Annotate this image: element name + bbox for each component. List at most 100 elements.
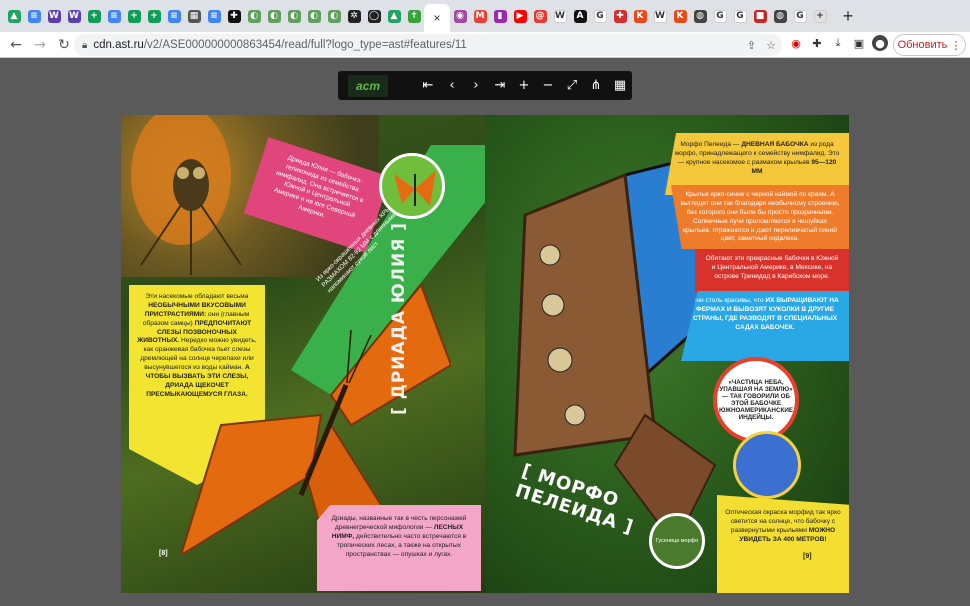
- browser-tab[interactable]: W: [550, 0, 570, 32]
- reader-toolbar: аст ⇤ ‹ › ⇥ + − ⤢ ⋔ ▦: [338, 71, 632, 100]
- browser-tab[interactable]: G: [730, 0, 750, 32]
- browser-toolbar: ← → ↻ 🔒︎ cdn.ast.ru /v2/ASE0000000008634…: [0, 32, 970, 58]
- leaf-icon: ◐: [287, 9, 301, 23]
- prev-page-icon[interactable]: ‹: [440, 74, 464, 98]
- zoom-in-icon[interactable]: +: [512, 74, 536, 98]
- browser-tab[interactable]: ≡: [204, 0, 224, 32]
- quote-text: «ЧАСТИЦА НЕБА, УПАВШАЯ НА ЗЕМЛЮ» — ТАК Г…: [718, 379, 794, 421]
- browser-tab[interactable]: W: [650, 0, 670, 32]
- url-path: /v2/ASE000000000863454/read/full?logo_ty…: [143, 39, 467, 51]
- quote-circle: «ЧАСТИЦА НЕБА, УПАВШАЯ НА ЗЕМЛЮ» — ТАК Г…: [713, 357, 799, 443]
- new-tab-icon[interactable]: +: [836, 4, 860, 28]
- browser-tab[interactable]: ▲: [384, 0, 404, 32]
- oval-icon: ◯: [367, 9, 381, 23]
- browser-tab[interactable]: ▲: [4, 0, 24, 32]
- docs-icon: ≡: [27, 9, 41, 23]
- zoom-out-icon[interactable]: −: [536, 74, 560, 98]
- browser-tab[interactable]: ▦: [184, 0, 204, 32]
- opera-icon[interactable]: ◉: [788, 35, 804, 51]
- browser-tab[interactable]: W: [44, 0, 64, 32]
- sheets-icon: +: [127, 9, 141, 23]
- right-page: Морфо Пелеида — ДНЕВНАЯ БАБОЧКА из рода …: [485, 115, 849, 593]
- g-dark-icon: G: [793, 9, 807, 23]
- close-icon: ×: [433, 11, 441, 25]
- url-host: cdn.ast.ru: [93, 39, 144, 51]
- last-page-icon[interactable]: ⇥: [488, 74, 512, 98]
- browser-tab[interactable]: ✲: [344, 0, 364, 32]
- browser-tab[interactable]: ◐: [304, 0, 324, 32]
- browser-tab[interactable]: W: [64, 0, 84, 32]
- fullscreen-icon[interactable]: ⤢: [560, 74, 584, 98]
- browser-tab[interactable]: ≡: [164, 0, 184, 32]
- browser-tab[interactable]: ◯: [364, 0, 384, 32]
- blue-box-text: Они столь красивы, что: [691, 297, 764, 304]
- sidebar-icon[interactable]: ▣: [851, 35, 867, 51]
- browser-tab[interactable]: ◉: [450, 0, 470, 32]
- orange-box-text: Крылья ярко-синие с черной каймой по кра…: [680, 191, 840, 243]
- google-icon: G: [733, 9, 747, 23]
- browser-tab[interactable]: K: [670, 0, 690, 32]
- browser-tab[interactable]: ×: [424, 4, 450, 32]
- word-icon: W: [47, 9, 61, 23]
- browser-tab[interactable]: +: [810, 0, 830, 32]
- tab-strip: ▲ ≡ W W + ≡ + + ≡ ▦ ≡ ✚ ◐ ◐ ◐ ◐ ◐ ✲ ◯ ▲ ✝ × ◉ M ▮ ▶ @ W A G ✚ K W K ◍ G G ■ ◍ G…: [0, 0, 970, 32]
- drive-icon: ▲: [7, 9, 21, 23]
- browser-tab[interactable]: A: [570, 0, 590, 32]
- page-number-right: [9]: [803, 553, 812, 560]
- first-page-icon[interactable]: ⇤: [416, 74, 440, 98]
- star-icon[interactable]: ☆: [766, 39, 776, 52]
- leaf-icon: ◐: [327, 9, 341, 23]
- browser-tab[interactable]: +: [124, 0, 144, 32]
- stop-icon: ■: [753, 9, 767, 23]
- red-box: Обитают эти прекрасные бабочки в Южной и…: [695, 249, 849, 293]
- update-button[interactable]: Обновить ⋮: [893, 34, 966, 56]
- next-page-icon[interactable]: ›: [464, 74, 488, 98]
- globe-icon: ◍: [693, 9, 707, 23]
- grid-icon[interactable]: ▦: [608, 74, 632, 98]
- browser-tab[interactable]: ≡: [104, 0, 124, 32]
- browser-tab[interactable]: ◐: [264, 0, 284, 32]
- browser-tab[interactable]: G: [790, 0, 810, 32]
- browser-tab[interactable]: ◐: [284, 0, 304, 32]
- k-icon: K: [633, 9, 647, 23]
- bookmark-icon: ▮: [493, 9, 507, 23]
- browser-tab[interactable]: ✚: [610, 0, 630, 32]
- browser-tab[interactable]: ▶: [510, 0, 530, 32]
- reload-icon[interactable]: ↻: [52, 33, 76, 57]
- logo-text: аст: [355, 78, 381, 93]
- browser-tab[interactable]: ✚: [224, 0, 244, 32]
- browser-tab[interactable]: ◐: [324, 0, 344, 32]
- plus-box-icon: +: [813, 9, 827, 23]
- page-number-left: [8]: [159, 550, 168, 557]
- leaf-icon: ◐: [307, 9, 321, 23]
- browser-tab[interactable]: G: [710, 0, 730, 32]
- browser-tab[interactable]: @: [530, 0, 550, 32]
- forward-icon[interactable]: →: [28, 33, 52, 57]
- share-icon[interactable]: ⇪: [747, 39, 756, 52]
- browser-tab[interactable]: +: [84, 0, 104, 32]
- puzzle-icon[interactable]: ✚: [809, 35, 825, 51]
- image-icon: ▦: [187, 9, 201, 23]
- browser-tab[interactable]: ■: [750, 0, 770, 32]
- browser-tab[interactable]: ✝: [404, 0, 424, 32]
- browser-tab[interactable]: K: [630, 0, 650, 32]
- sheets-icon: +: [147, 9, 161, 23]
- browser-tab[interactable]: ◍: [770, 0, 790, 32]
- share-icon[interactable]: ⋔: [584, 74, 608, 98]
- left-title-text: [ ДРИАДА ЮЛИЯ ]: [389, 222, 409, 415]
- back-icon[interactable]: ←: [4, 33, 28, 57]
- address-bar[interactable]: 🔒︎ cdn.ast.ru /v2/ASE000000000863454/rea…: [74, 34, 782, 56]
- caterpillar-circle: Гусеница морфо: [649, 513, 705, 569]
- download-icon[interactable]: ⤓: [830, 35, 846, 51]
- ast-icon: ✝: [407, 9, 421, 23]
- browser-tab[interactable]: ≡: [24, 0, 44, 32]
- browser-tab[interactable]: G: [590, 0, 610, 32]
- browser-tab[interactable]: ▮: [490, 0, 510, 32]
- avatar[interactable]: ●: [872, 35, 888, 51]
- browser-tab[interactable]: ◐: [244, 0, 264, 32]
- wikipedia-icon: W: [653, 9, 667, 23]
- browser-tab[interactable]: M: [470, 0, 490, 32]
- browser-tab[interactable]: +: [144, 0, 164, 32]
- lock-icon: 🔒︎: [82, 39, 88, 51]
- browser-tab[interactable]: ◍: [690, 0, 710, 32]
